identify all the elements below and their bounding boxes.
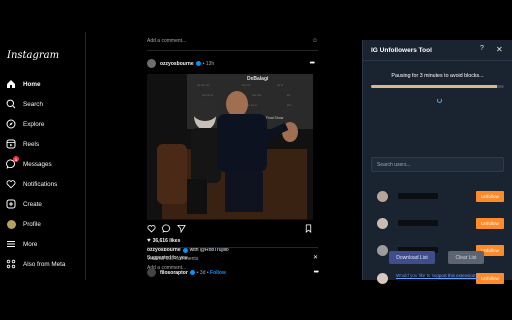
clear-list-button[interactable]: Clear List [448,251,484,264]
svg-text:▪▪▪ ▪▪▪ ▪▪: ▪▪▪ ▪▪▪ ▪▪ [247,103,257,107]
nav-item-label: Notifications [23,180,58,188]
search-users-input[interactable]: Search users... [371,157,504,172]
progress-bar [371,85,504,88]
nav-item-home[interactable]: Home [6,77,41,91]
compass-icon [6,119,16,129]
comment-input[interactable]: Add a comment... [147,38,186,44]
nav-item-label: Messages [23,160,52,168]
verified-badge-icon [182,247,188,253]
home-icon [6,79,16,89]
messenger-icon: 1 [6,156,19,169]
avatar[interactable] [377,244,388,256]
redacted-username [398,220,438,226]
post-image[interactable]: ▪▪▪ ▪▪▪▪ ▪▪▪ ▪▪▪▪ ▪▪▪ ▪▪▪ ▪▪ ▪▪▪▪ ▪▪▪ ▪▪ ▪▪… [147,74,313,220]
loading-spinner-icon [437,98,442,103]
suggested-user-row: filosoraptor • 3d • Follow ••• [147,268,319,277]
post-actions [147,224,313,234]
suggested-header: Suggested for you ✕ [147,254,318,262]
svg-text:▪▪▪▪ ▪▪▪ ▪▪: ▪▪▪▪ ▪▪▪ ▪▪ [202,93,213,97]
divider [147,247,318,248]
progress-fill [371,85,498,88]
like-icon[interactable] [147,220,156,238]
hamburger-icon [6,239,16,249]
messages-badge: 1 [13,156,19,162]
avatar[interactable] [377,190,388,202]
suggested-heading: Suggested for you [147,254,188,261]
bookmark-icon[interactable] [304,220,313,238]
nav-item-label: Home [23,80,41,88]
panel-title: IG Unfollowers Tool [371,47,432,54]
unfollow-button[interactable]: Unfollow [476,217,504,229]
post-time: 13h [205,60,215,67]
nav-item-label: Search [23,100,43,108]
more-options-icon[interactable]: ••• [310,60,315,67]
emoji-icon[interactable]: ☺ [312,38,318,44]
heart-filled-icon: ♥ [147,238,151,244]
heart-icon [6,179,16,189]
verified-badge-icon [189,270,195,275]
avatar[interactable] [147,59,156,68]
nav-item-messages[interactable]: 1 Messages [6,156,52,171]
nav-item-label: Explore [23,120,45,128]
suggested-username[interactable]: filosoraptor [160,270,188,276]
follow-button[interactable]: Follow [210,270,226,276]
meta-grid-icon [6,259,16,269]
support-link[interactable]: Would you like to support this extension… [362,273,512,278]
help-icon[interactable]: ? [480,45,484,52]
nav-item-notifications[interactable]: Notifications [6,177,57,191]
ig-unfollowers-panel: IG Unfollowers Tool ? ✕ Pausing for 3 mi… [362,40,512,284]
user-row: Unfollow [371,186,504,206]
post-header: ozzyosbourne • 13h ••• [147,59,318,68]
instagram-logo[interactable]: Instagram [7,50,59,61]
status-text: Pausing for 3 minutes to avoid blocks... [391,73,484,79]
user-row: Unfollow [371,268,504,288]
nav-item-more[interactable]: More [6,237,37,251]
profile-avatar-icon [6,219,16,229]
nav-item-profile[interactable]: Profile [6,217,41,231]
svg-text:▪▪▪▪ ▪▪▪▪: ▪▪▪▪ ▪▪▪▪ [252,93,261,97]
nav-item-label: Profile [23,220,41,228]
unfollow-button[interactable]: Unfollow [476,190,504,202]
nav-item-label: Reels [23,140,40,148]
nav-item-explore[interactable]: Explore [6,117,44,131]
nav-item-label: Also from Meta [23,260,66,268]
sidebar-nav: Instagram Home Search Explore Reels 1 Me… [0,32,86,280]
download-list-button[interactable]: Download List [389,251,435,264]
nav-item-search[interactable]: Search [6,97,43,111]
backdrop-sign-text: DeBalagi [247,76,269,82]
svg-text:▪▪▪▪: ▪▪▪▪ [287,103,291,107]
svg-text:▪▪▪ ▪▪: ▪▪▪ ▪▪ [277,83,283,87]
svg-text:▪▪▪ ▪▪▪▪ ▪▪▪: ▪▪▪ ▪▪▪▪ ▪▪▪ [197,83,209,87]
nav-item-reels[interactable]: Reels [6,137,39,151]
feed: Add a comment... ☺ ozzyosbourne • 13h ••… [142,32,318,280]
nav-item-label: More [23,240,38,248]
search-icon [6,99,16,109]
reels-icon [6,139,16,149]
avatar[interactable] [377,217,388,229]
likes-count[interactable]: ♥ 36,616 likes [147,238,318,244]
divider [147,50,318,51]
verified-badge-icon [195,61,201,66]
close-icon[interactable]: ✕ [313,254,318,261]
more-options-icon[interactable]: ••• [314,269,319,276]
user-row: Unfollow [371,213,504,233]
close-icon[interactable]: ✕ [496,45,503,54]
plus-square-icon [6,199,16,209]
post-username[interactable]: ozzyosbourne [160,61,194,67]
divider [363,60,512,61]
comment-icon[interactable] [162,220,171,238]
share-icon[interactable] [177,220,186,238]
nav-item-label: Create [23,200,42,208]
avatar[interactable] [147,268,156,277]
svg-text:▪▪▪▪ ▪▪▪: ▪▪▪▪ ▪▪▪ [242,83,250,87]
previous-post-comment-row: Add a comment... ☺ [147,38,318,44]
redacted-username [398,193,438,199]
nav-item-also-from-meta[interactable]: Also from Meta [6,257,65,271]
svg-text:▪▪▪: ▪▪▪ [287,93,290,97]
nav-item-create[interactable]: Create [6,197,42,211]
